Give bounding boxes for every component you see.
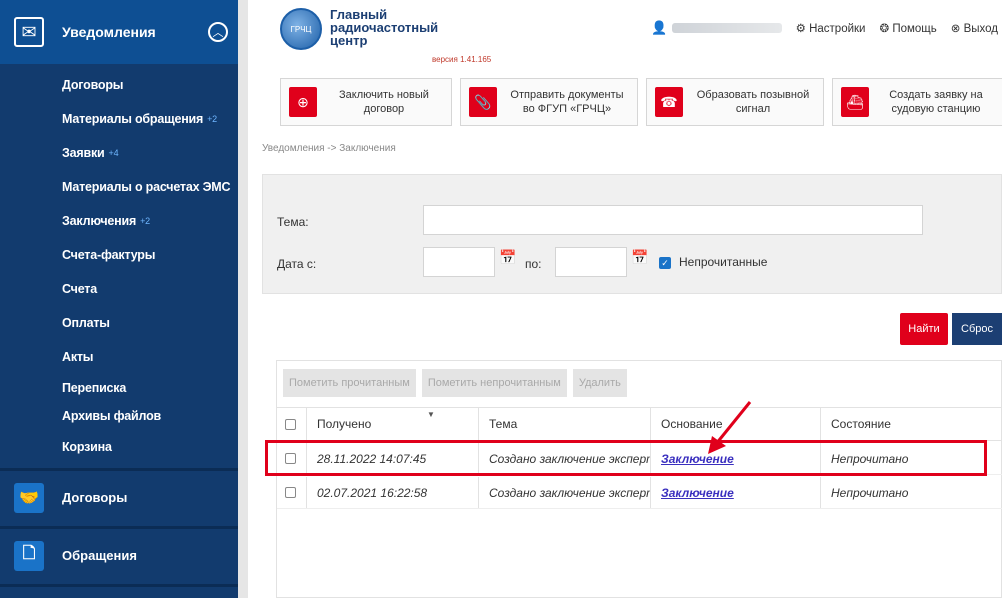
calendar-icon[interactable]: 📅 xyxy=(631,249,648,266)
mark-read-button[interactable]: Пометить прочитанным xyxy=(283,369,416,397)
unread-label: Непрочитанные xyxy=(679,255,768,269)
table-header: Получено ▼ Тема Основание Состояние xyxy=(277,407,1002,441)
settings-link[interactable]: ⚙ Настройки xyxy=(796,21,866,35)
send-documents-button[interactable]: 📎 Отправить документы во ФГУП «ГРЧЦ» xyxy=(460,78,638,126)
status-cell: Непрочитано xyxy=(831,485,909,500)
paperclip-icon: 📎 xyxy=(469,87,497,117)
help-icon: ❂ xyxy=(879,23,890,35)
sidebar-item-conclusions[interactable]: Заключения +2 xyxy=(0,204,238,238)
received-cell: 02.07.2021 16:22:58 xyxy=(307,477,479,508)
badge: +2 xyxy=(207,114,217,124)
logout-link[interactable]: ⊗ Выход xyxy=(951,21,998,35)
sidebar-header-title: Уведомления xyxy=(62,24,156,40)
column-topic[interactable]: Тема xyxy=(479,408,651,440)
notifications-table: Пометить прочитанным Пометить непрочитан… xyxy=(276,360,1002,598)
user-icon: 👤 xyxy=(651,20,668,35)
sidebar-submenu: Договоры Материалы обращения +2 Заявки +4 … xyxy=(0,64,238,464)
sidebar-item-correspondence[interactable]: Переписка xyxy=(0,374,238,402)
badge: +4 xyxy=(108,148,119,158)
sidebar-header[interactable]: ✉ Уведомления ︿ xyxy=(0,0,238,64)
select-all-cell[interactable] xyxy=(277,408,307,440)
collapse-icon[interactable]: ︿ xyxy=(208,22,228,42)
logout-icon: ⊗ xyxy=(950,23,961,35)
find-button[interactable]: Найти xyxy=(900,313,948,345)
calendar-icon[interactable]: 📅 xyxy=(499,249,516,266)
breadcrumb: Уведомления -> Заключения xyxy=(262,143,396,154)
delete-button[interactable]: Удалить xyxy=(572,369,627,397)
logo[interactable]: ГРЧЦ Главный радиочастотный центр версия… xyxy=(280,7,491,64)
column-status[interactable]: Состояние xyxy=(821,408,993,440)
radio-icon: ☎ xyxy=(655,87,683,117)
top-nav: 👤 ⚙ Настройки ❂ Помощь ⊗ Выход xyxy=(651,20,998,36)
sidebar: ✉ Уведомления ︿ Договоры Материалы обращ… xyxy=(0,0,238,598)
annotation-arrow xyxy=(708,401,752,454)
row-checkbox[interactable] xyxy=(285,487,296,498)
reset-button[interactable]: Сброс xyxy=(952,313,1002,345)
sidebar-item-acts[interactable]: Акты xyxy=(0,340,238,374)
ship-icon: ⛴ xyxy=(841,87,869,117)
sidebar-item-bills[interactable]: Счета xyxy=(0,272,238,306)
sidebar-item-file-archives[interactable]: Архивы файлов xyxy=(0,402,238,430)
date-from-input[interactable] xyxy=(423,247,495,277)
user-menu[interactable]: 👤 xyxy=(651,20,782,36)
sidebar-item-contracts[interactable]: Договоры xyxy=(0,68,238,102)
column-received[interactable]: Получено ▼ xyxy=(307,408,479,440)
user-name-blurred xyxy=(671,23,782,33)
document-icon: 🗋 xyxy=(14,540,44,571)
sidebar-main-next[interactable] xyxy=(0,584,238,598)
version-label: версия 1.41.165 xyxy=(432,55,492,64)
logo-text: Главный радиочастотный центр xyxy=(330,7,439,48)
gear-icon: ⚙ xyxy=(795,23,806,35)
table-toolbar: Пометить прочитанным Пометить непрочитан… xyxy=(283,369,627,397)
topic-cell: Создано заключение эксперт... xyxy=(479,477,651,508)
date-from-label: Дата с: xyxy=(277,257,317,271)
topic-label: Тема: xyxy=(277,215,309,229)
mark-unread-button[interactable]: Пометить непрочитанным xyxy=(421,369,567,397)
logo-icon: ГРЧЦ xyxy=(280,8,322,50)
sidebar-main-appeals[interactable]: 🗋 Обращения xyxy=(0,526,238,582)
handshake-icon: 🤝 xyxy=(14,482,44,513)
sidebar-scrollbar[interactable] xyxy=(238,0,248,598)
sort-desc-icon: ▼ xyxy=(427,410,435,419)
new-document-icon: ⊕ xyxy=(289,87,317,117)
table-row[interactable]: 02.07.2021 16:22:58 Создано заключение э… xyxy=(277,477,1002,509)
filter-panel: Тема: Дата с: 📅 по: 📅 ✓ Непрочитанные xyxy=(262,174,1002,294)
highlight-box xyxy=(265,440,987,476)
select-all-checkbox[interactable] xyxy=(285,418,296,430)
sidebar-item-trash[interactable]: Корзина xyxy=(0,430,238,464)
unread-checkbox[interactable]: ✓ xyxy=(659,257,671,269)
help-link[interactable]: ❂ Помощь xyxy=(879,21,936,35)
sidebar-item-requests[interactable]: Заявки +4 xyxy=(0,136,238,170)
sidebar-item-appeal-materials[interactable]: Материалы обращения +2 xyxy=(0,102,238,136)
date-to-label: по: xyxy=(525,257,542,271)
sidebar-main-contracts[interactable]: 🤝 Договоры xyxy=(0,468,238,524)
action-cards: ⊕ Заключить новый договор 📎 Отправить док… xyxy=(280,78,1002,126)
callsign-button[interactable]: ☎ Образовать позывной сигнал xyxy=(646,78,824,126)
sidebar-item-ems-materials[interactable]: Материалы о расчетах ЭМС xyxy=(0,170,238,204)
topic-input[interactable] xyxy=(423,205,923,235)
badge: +2 xyxy=(140,216,150,226)
sidebar-item-payments[interactable]: Оплаты xyxy=(0,306,238,340)
new-contract-button[interactable]: ⊕ Заключить новый договор xyxy=(280,78,452,126)
sidebar-item-invoices[interactable]: Счета-фактуры xyxy=(0,238,238,272)
mail-icon: ✉ xyxy=(14,17,44,47)
ship-station-button[interactable]: ⛴ Создать заявку на судовую станцию xyxy=(832,78,1002,126)
basis-link[interactable]: Заключение xyxy=(651,477,821,508)
date-to-input[interactable] xyxy=(555,247,627,277)
